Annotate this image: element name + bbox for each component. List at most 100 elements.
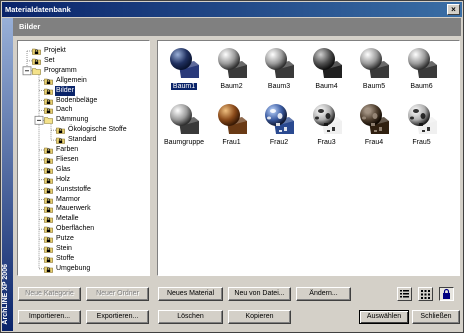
tree-item[interactable]: Standard: [56, 135, 97, 145]
tree-item[interactable]: Mauerwerk: [44, 204, 92, 214]
material-label: Baum2: [220, 83, 243, 90]
locked-folder-icon: [44, 108, 53, 115]
new-material-button[interactable]: Neues Material: [158, 287, 223, 301]
locked-folder-icon: [44, 147, 53, 154]
material-tile[interactable]: Frau5: [400, 99, 444, 155]
locked-folder-icon: [44, 256, 53, 263]
close-icon[interactable]: ×: [447, 4, 460, 15]
tree-item[interactable]: Bilder: [44, 85, 75, 96]
material-tile[interactable]: Frau1: [210, 99, 254, 155]
view-grid-button[interactable]: [418, 287, 433, 301]
change-button[interactable]: Ändern...: [296, 287, 351, 301]
tree-item[interactable]: Farben: [44, 145, 79, 155]
view-large-icons-button[interactable]: [439, 287, 454, 301]
locked-folder-icon: [44, 197, 53, 204]
tree-item-label: Dämmung: [56, 116, 89, 124]
material-caption: Baum3: [257, 82, 301, 91]
locked-folder-icon: [44, 88, 53, 95]
tree-item-label: Metalle: [56, 215, 79, 223]
tree-item-label: Umgebung: [56, 264, 91, 272]
tree-item[interactable]: Dämmung: [44, 115, 89, 125]
tree-item-label: Programm: [44, 66, 77, 74]
material-preview-icon: [312, 104, 342, 134]
material-label: Baumgruppe: [163, 139, 205, 146]
locked-folder-icon: [44, 207, 53, 214]
material-tile[interactable]: Baum6: [400, 43, 444, 99]
tree-item-label: Bodenbeläge: [56, 96, 98, 104]
tree-item[interactable]: Programm: [32, 66, 78, 76]
title-bar[interactable]: Materialdatenbank ×: [2, 2, 462, 17]
locked-folder-icon: [32, 48, 41, 55]
material-tile[interactable]: Baumgruppe: [162, 99, 206, 155]
new-from-file-button[interactable]: Neu von Datei...: [228, 287, 291, 301]
tree-item[interactable]: Ökologische Stoffe: [56, 125, 128, 135]
material-tile[interactable]: Frau3: [305, 99, 349, 155]
material-preview-icon: [312, 48, 342, 78]
material-label: Baum4: [315, 83, 338, 90]
export-button[interactable]: Exportieren...: [86, 310, 149, 324]
select-button[interactable]: Auswählen: [359, 310, 409, 324]
tree-item-label: Oberflächen: [56, 225, 95, 233]
tree-item-label: Standard: [68, 136, 97, 144]
locked-folder-icon: [44, 226, 53, 233]
locked-folder-icon: [56, 137, 65, 144]
category-header-title: Bilder: [19, 22, 41, 31]
tree-item[interactable]: Set: [32, 56, 56, 66]
material-label: Baum1: [170, 83, 198, 90]
locked-folder-icon: [44, 167, 53, 174]
tree-item[interactable]: Projekt: [32, 46, 67, 56]
material-tile[interactable]: Baum4: [305, 43, 349, 99]
tree-item[interactable]: Putze: [44, 234, 75, 244]
material-grid[interactable]: Baum1 Baum2 Baum3 Baum4 Baum5 Baum6 Baumgruppe…: [157, 40, 460, 276]
folder-icon: [32, 67, 41, 75]
window-title: Materialdatenbank: [5, 5, 71, 14]
folder-icon: [44, 117, 53, 125]
material-tile[interactable]: Baum3: [257, 43, 301, 99]
material-tile[interactable]: Baum5: [352, 43, 396, 99]
tree-item-label: Bilder: [55, 85, 75, 96]
locked-folder-icon: [44, 236, 53, 243]
material-preview-icon: [170, 48, 199, 78]
material-tile[interactable]: Baum1: [162, 43, 206, 99]
tree-item[interactable]: Metalle: [44, 214, 80, 224]
tree-item[interactable]: Stoffe: [44, 254, 75, 264]
material-tile[interactable]: Baum2: [210, 43, 254, 99]
delete-button[interactable]: Löschen: [158, 310, 223, 324]
tree-item[interactable]: Oberflächen: [44, 224, 95, 234]
tree-item-label: Farben: [56, 146, 79, 153]
tree-item[interactable]: Dach: [44, 105, 73, 115]
material-label: Frau3: [317, 139, 336, 146]
material-caption: Frau5: [400, 138, 444, 147]
tree-item[interactable]: Stein: [44, 244, 73, 254]
new-folder-button[interactable]: Neuer Ordner: [86, 287, 149, 301]
tree-item[interactable]: Kunststoffe: [44, 185, 92, 195]
copy-button[interactable]: Kopieren: [228, 310, 291, 324]
tree-item[interactable]: Bodenbeläge: [44, 96, 98, 106]
material-caption: Baum5: [352, 82, 396, 91]
material-caption: Frau1: [210, 138, 254, 147]
tree-item[interactable]: Umgebung: [44, 264, 91, 274]
locked-folder-icon: [44, 98, 53, 105]
new-category-button[interactable]: Neue Kategorie: [18, 287, 81, 301]
material-preview-icon: [407, 104, 437, 134]
tree-item-label: Glas: [56, 165, 71, 173]
material-caption: Frau2: [257, 138, 301, 147]
tree-item[interactable]: Holz: [44, 175, 71, 185]
tree-item[interactable]: Marmor: [44, 195, 81, 205]
tree-item-label: Holz: [56, 175, 71, 183]
category-tree[interactable]: Projekt Set Programm Allgemein Bilder Bodenbe…: [17, 40, 150, 276]
import-button[interactable]: Importieren...: [18, 310, 81, 324]
tree-item[interactable]: Allgemein: [44, 76, 88, 86]
close-button[interactable]: Schließen: [412, 310, 460, 324]
material-caption: Frau3: [305, 138, 349, 147]
material-label: Frau4: [364, 139, 384, 146]
view-list-button[interactable]: [397, 287, 412, 301]
material-label: Baum5: [362, 83, 386, 90]
locked-folder-icon: [44, 157, 53, 164]
tree-item[interactable]: Fliesen: [44, 155, 80, 165]
tree-item-label: Stein: [56, 245, 72, 252]
material-tile[interactable]: Frau2: [257, 99, 301, 155]
tree-item[interactable]: Glas: [44, 165, 71, 175]
material-tile[interactable]: Frau4: [352, 99, 396, 155]
tree-item-label: Stoffe: [56, 254, 75, 262]
